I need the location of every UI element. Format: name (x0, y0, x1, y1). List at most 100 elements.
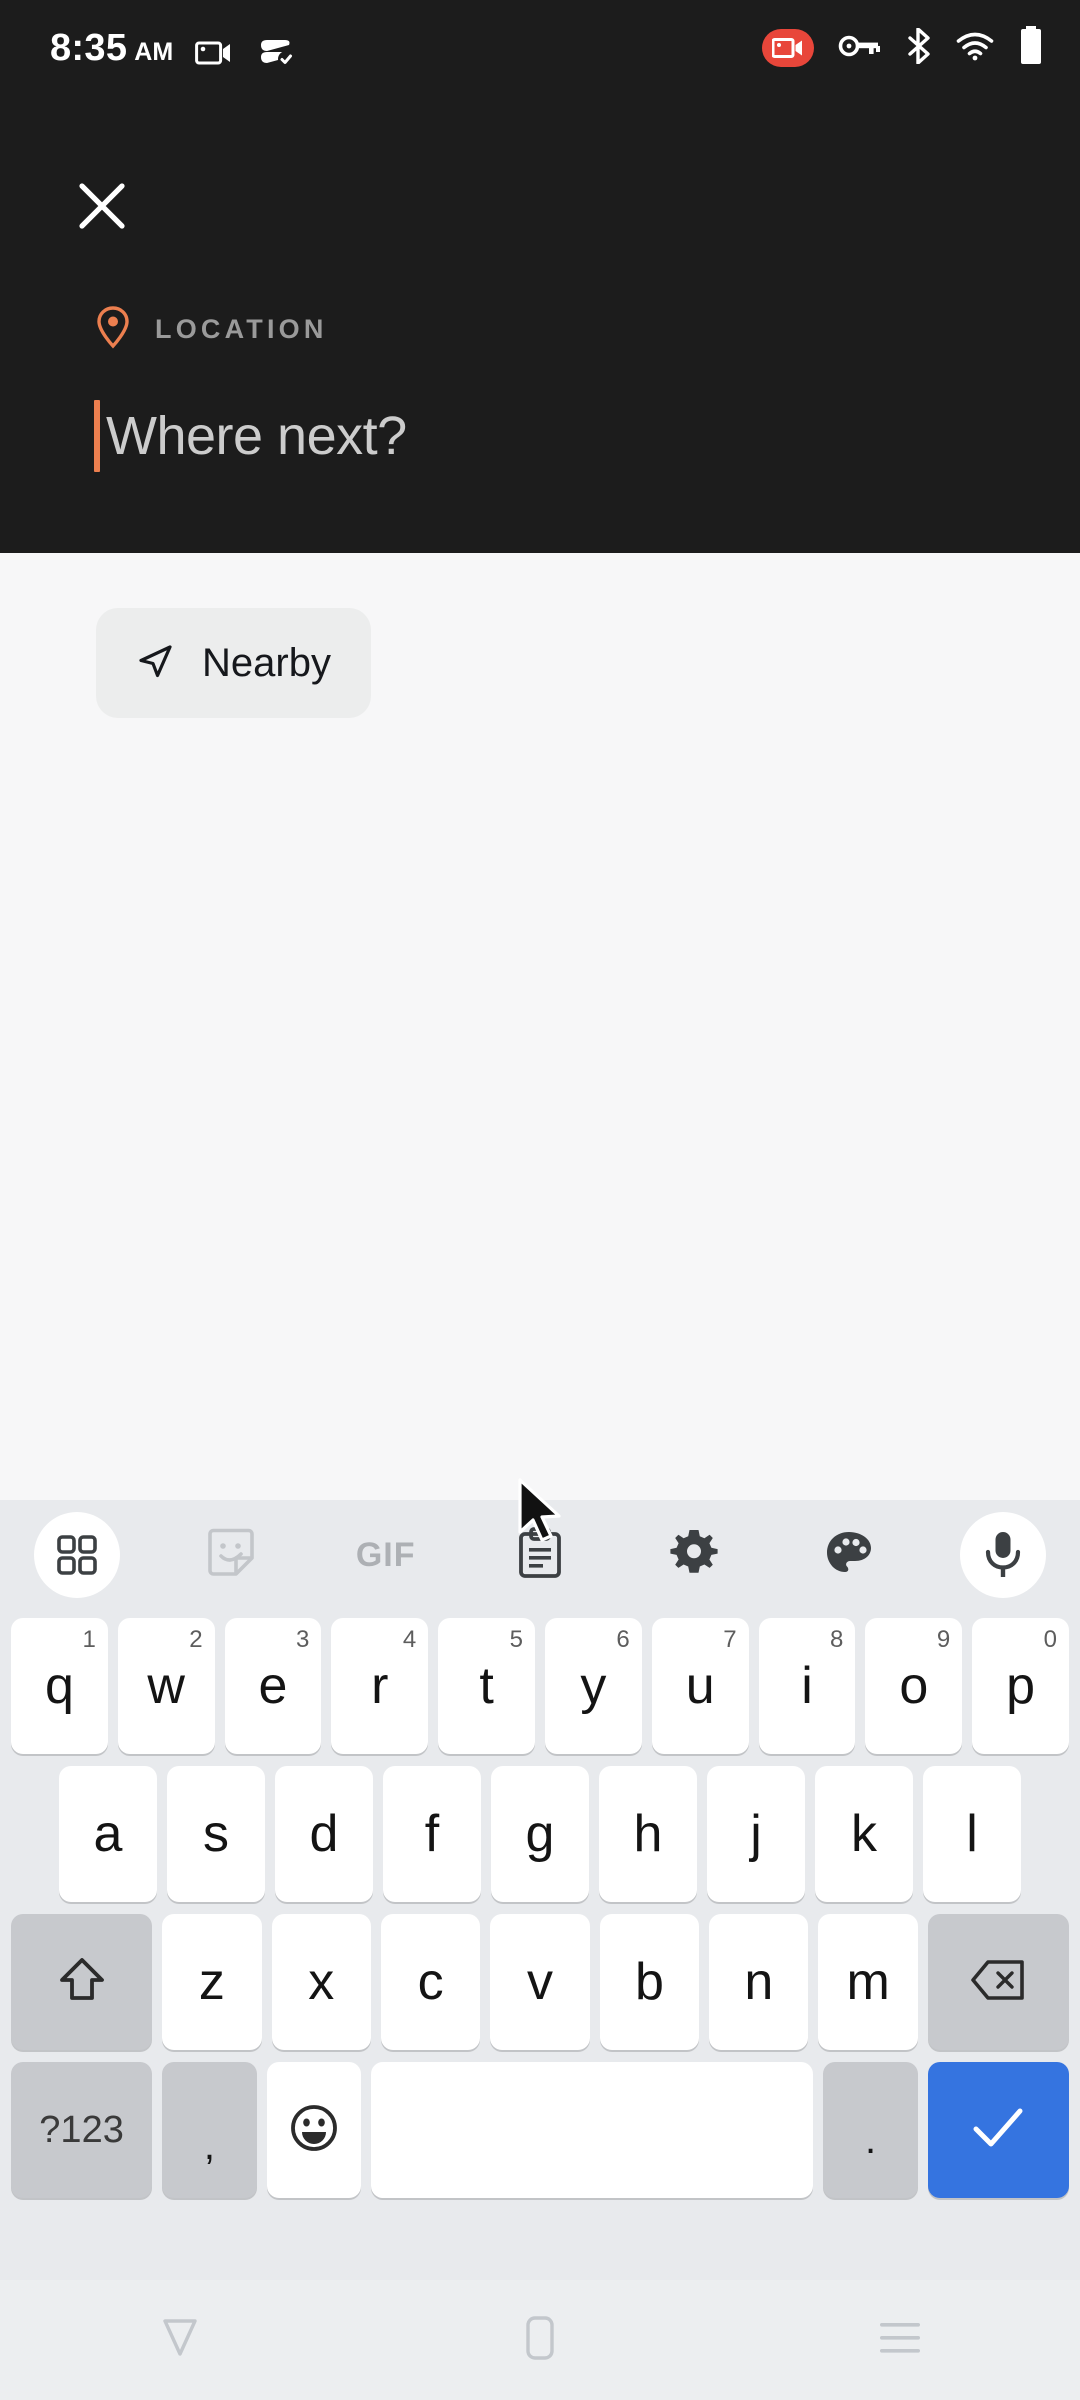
nav-home-button[interactable] (460, 2280, 620, 2400)
key-j-label: j (750, 1805, 762, 1863)
key-a[interactable]: a (59, 1766, 157, 1902)
key-p-label: p (1006, 1657, 1036, 1715)
key-y[interactable]: 6 y (544, 1618, 642, 1754)
key-b-label: b (634, 1953, 664, 2011)
key-e-label: e (258, 1657, 288, 1715)
nav-recents-icon (875, 2316, 925, 2365)
keyboard-toolbar: GIF (0, 1500, 1080, 1610)
key-n-label: n (744, 1953, 774, 2011)
key-z[interactable]: z (162, 1914, 262, 2050)
symbols-key-label: ?123 (39, 2108, 124, 2151)
key-v[interactable]: v (490, 1914, 590, 2050)
nearby-chip-button[interactable]: Nearby (96, 608, 371, 718)
key-t[interactable]: 5 t (438, 1618, 535, 1754)
symbols-key[interactable]: ?123 (11, 2062, 153, 2198)
wifi-icon (956, 31, 994, 66)
key-x[interactable]: x (271, 1914, 371, 2050)
comma-key[interactable]: , (162, 2062, 257, 2198)
key-t-number: 5 (509, 1626, 523, 1653)
keyboard-key-rows: 1 q 2 w 3 e 4 r 5 t 6 y 7 u 8 i 9 o 0 p … (0, 1612, 1080, 2204)
key-t-label: t (479, 1657, 494, 1715)
nav-home-icon (520, 2315, 560, 2366)
key-q-number: 1 (82, 1626, 96, 1653)
key-v-label: v (527, 1953, 553, 2011)
location-search-input[interactable]: Where next? (94, 400, 407, 472)
key-w-number: 2 (189, 1626, 203, 1653)
key-u[interactable]: 7 u (651, 1618, 749, 1754)
suggestions-area: Nearby (0, 553, 1080, 1500)
key-u-number: 7 (723, 1626, 737, 1653)
key-e-number: 3 (296, 1626, 310, 1653)
toolbar-voice-button[interactable] (926, 1500, 1080, 1610)
data-saver-check-icon (255, 37, 295, 67)
key-k[interactable]: k (815, 1766, 913, 1902)
key-o[interactable]: 9 o (865, 1618, 963, 1754)
key-w[interactable]: 2 w (117, 1618, 215, 1754)
key-s[interactable]: s (167, 1766, 265, 1902)
shift-arrow-icon (59, 1956, 105, 2009)
key-h[interactable]: h (599, 1766, 697, 1902)
toolbar-clipboard-button[interactable] (463, 1500, 617, 1610)
toolbar-theme-button[interactable] (771, 1500, 925, 1610)
key-i-label: i (801, 1657, 813, 1715)
comma-key-label: , (203, 2123, 215, 2168)
location-pin-icon (96, 305, 130, 354)
shift-key[interactable] (11, 1914, 153, 2050)
key-j[interactable]: j (707, 1766, 805, 1902)
backspace-key[interactable] (927, 1914, 1070, 2050)
theme-palette-icon (824, 1529, 874, 1582)
close-button[interactable] (62, 168, 142, 248)
key-u-label: u (685, 1657, 715, 1715)
space-key[interactable] (371, 2062, 814, 2198)
key-b[interactable]: b (599, 1914, 700, 2050)
emoji-smiley-icon (289, 2103, 339, 2158)
toolbar-apps-button[interactable] (0, 1500, 154, 1610)
toolbar-gif-button[interactable]: GIF (309, 1500, 463, 1610)
key-x-label: x (308, 1953, 335, 2011)
key-z-label: z (198, 1953, 225, 2011)
location-section-label: LOCATION (155, 314, 328, 344)
bluetooth-icon (904, 26, 932, 69)
keyboard-row-2: a s d f g h j k l (0, 1760, 1080, 1908)
nav-back-button[interactable] (100, 2280, 260, 2400)
key-f[interactable]: f (383, 1766, 481, 1902)
keyboard-row-3: z x c v b n m (0, 1908, 1080, 2056)
emoji-key[interactable] (266, 2062, 362, 2198)
period-key-label: . (865, 2117, 877, 2162)
key-c[interactable]: c (380, 1914, 481, 2050)
gif-icon: GIF (355, 1535, 416, 1574)
nav-back-icon (157, 2316, 203, 2365)
key-l[interactable]: l (923, 1766, 1021, 1902)
key-r[interactable]: 4 r (331, 1618, 429, 1754)
key-r-number: 4 (402, 1626, 417, 1653)
toolbar-sticker-button[interactable] (154, 1500, 308, 1610)
period-key[interactable]: . (823, 2062, 918, 2198)
key-q[interactable]: 1 q (11, 1618, 108, 1754)
enter-key[interactable] (927, 2062, 1069, 2198)
key-m[interactable]: m (818, 1914, 918, 2050)
system-navigation-bar (0, 2280, 1080, 2400)
key-c-label: c (417, 1953, 444, 2011)
key-w-label: w (147, 1657, 185, 1715)
key-o-number: 9 (936, 1626, 951, 1653)
key-l-label: l (966, 1805, 978, 1863)
key-m-label: m (846, 1953, 890, 2011)
key-d[interactable]: d (275, 1766, 373, 1902)
key-p[interactable]: 0 p (972, 1618, 1069, 1754)
status-clock-ampm: AM (134, 38, 174, 66)
key-q-label: q (44, 1657, 74, 1715)
key-o-label: o (899, 1657, 929, 1715)
key-e[interactable]: 3 e (224, 1618, 322, 1754)
keyboard-row-1: 1 q 2 w 3 e 4 r 5 t 6 y 7 u 8 i 9 o 0 p (0, 1612, 1080, 1760)
key-i[interactable]: 8 i (758, 1618, 856, 1754)
apps-grid-icon (34, 1512, 121, 1598)
key-g[interactable]: g (491, 1766, 589, 1902)
key-n[interactable]: n (709, 1914, 809, 2050)
key-g-label: g (525, 1805, 555, 1863)
nav-recents-button[interactable] (820, 2280, 980, 2400)
vpn-key-icon (838, 33, 880, 64)
backspace-icon (970, 1959, 1026, 2006)
toolbar-settings-button[interactable] (617, 1500, 771, 1610)
status-bar: 8:35 AM (0, 0, 1080, 96)
location-header: 8:35 AM LOCATION Where next? (0, 0, 1080, 553)
